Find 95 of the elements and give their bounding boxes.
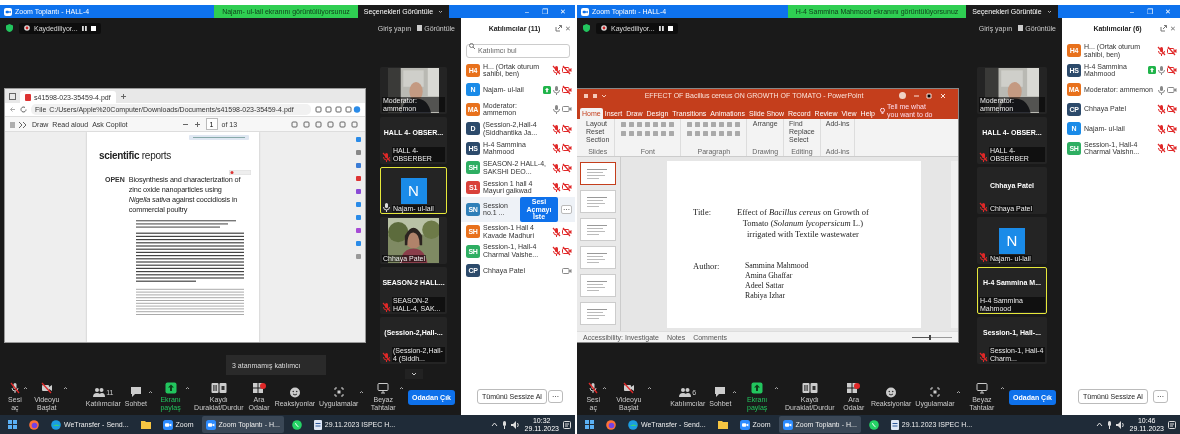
lightbulb-icon [880, 107, 885, 114]
people-icon [679, 386, 692, 399]
caret-icon[interactable] [399, 386, 405, 391]
start-icon [8, 420, 17, 429]
scroll-down-button[interactable] [404, 369, 423, 379]
smiley-icon [288, 386, 301, 399]
formatting-controls-drawing [686, 120, 742, 138]
zoom-controls-drawing [181, 120, 202, 128]
zoom-app-icon [782, 419, 793, 430]
link-badge-drawing [189, 135, 249, 140]
speaker-icon[interactable] [1116, 420, 1126, 429]
app-controls-drawing [583, 92, 609, 99]
pause-icon[interactable] [658, 25, 664, 31]
microphone-icon[interactable] [1107, 420, 1113, 429]
view-icon [1018, 25, 1024, 31]
chat-icon [129, 386, 142, 399]
author-label: Author: [693, 261, 721, 273]
stop-icon[interactable] [90, 25, 96, 31]
camera-off-icon [622, 382, 635, 395]
start-icon [585, 420, 594, 429]
slide-thumbnail[interactable] [580, 162, 616, 185]
avatar-initial: N [400, 177, 427, 204]
user-avatar-icon [899, 92, 906, 99]
caret-icon[interactable] [602, 386, 608, 391]
zoom-app-icon [162, 419, 173, 430]
slide-title: Effect of Bacillus cereus on Growth of Tomato (Solanum lycopersicum L.) irrigated with Textile wastewater [737, 207, 869, 240]
pop-out-icon[interactable] [555, 25, 562, 32]
formatting-controls-drawing [620, 120, 676, 138]
share-screen-icon [164, 382, 177, 395]
record-dot-icon [24, 25, 30, 31]
caret-icon[interactable] [22, 386, 28, 391]
pause-stop-icon [210, 382, 227, 395]
grid-icon [252, 382, 266, 395]
security-shield-icon[interactable] [583, 24, 590, 32]
chat-icon [714, 386, 727, 399]
edge-icon [628, 419, 638, 430]
firefox-icon [29, 419, 39, 430]
notifications-icon[interactable] [563, 420, 571, 429]
chevron-up-icon[interactable] [1096, 422, 1104, 427]
caret-icon[interactable] [773, 386, 779, 391]
caret-icon [1046, 9, 1052, 14]
browser-actions-drawing [315, 106, 361, 113]
whiteboard-icon [975, 382, 988, 395]
update-badge-icon [229, 170, 251, 175]
folder-icon [140, 420, 151, 429]
pop-out-icon[interactable] [1160, 25, 1167, 32]
view-icon [417, 25, 423, 31]
caret-icon[interactable] [732, 390, 738, 395]
whatsapp-icon [868, 419, 879, 430]
apps-icon [929, 386, 941, 399]
zoom-app-icon [739, 419, 750, 430]
people-icon [93, 386, 106, 399]
pause-icon[interactable] [81, 25, 87, 31]
edge-icon [51, 419, 61, 430]
scrollbar[interactable] [951, 161, 958, 328]
notifications-icon[interactable] [1168, 420, 1176, 429]
journal-title: scientific reports [99, 150, 172, 161]
caret-icon[interactable] [185, 386, 191, 391]
chevron-up-icon[interactable] [491, 422, 499, 427]
pdf-actions-drawing [291, 120, 361, 128]
firefox-icon [606, 419, 616, 430]
pdf-file-icon [25, 93, 31, 101]
caret-icon[interactable] [147, 390, 153, 395]
grid-icon [847, 382, 861, 395]
microphone-icon[interactable] [502, 420, 508, 429]
refresh-icon[interactable] [20, 106, 27, 113]
document-icon [313, 419, 322, 430]
stop-icon[interactable] [667, 25, 673, 31]
pdf-tools-drawing [9, 120, 28, 128]
apps-icon [332, 386, 345, 399]
caret-icon[interactable] [62, 386, 68, 391]
tab-actions-icon[interactable] [9, 92, 16, 100]
pause-stop-icon [801, 382, 818, 395]
smiley-icon [885, 386, 898, 399]
chevron-down-icon [410, 372, 417, 376]
muted-mic-icon [587, 382, 600, 395]
caret-icon [438, 9, 444, 14]
avatar-initial: N [999, 227, 1025, 254]
security-shield-icon[interactable] [6, 24, 13, 32]
whiteboard-icon [377, 382, 390, 395]
caret-icon[interactable] [955, 390, 961, 395]
caret-icon[interactable] [647, 386, 653, 391]
record-dot-icon [601, 25, 607, 31]
share-screen-icon [751, 382, 764, 395]
caret-icon[interactable] [1000, 386, 1006, 391]
plus-icon[interactable] [119, 92, 127, 100]
zoom-app-icon [205, 419, 216, 430]
whatsapp-icon [291, 419, 302, 430]
speaker-icon[interactable] [511, 420, 521, 429]
search-icon [469, 43, 475, 49]
document-icon [890, 419, 899, 430]
caret-icon[interactable] [359, 390, 365, 395]
folder-icon [717, 420, 728, 429]
camera-off-icon [40, 382, 53, 395]
muted-mic-icon [8, 382, 21, 395]
